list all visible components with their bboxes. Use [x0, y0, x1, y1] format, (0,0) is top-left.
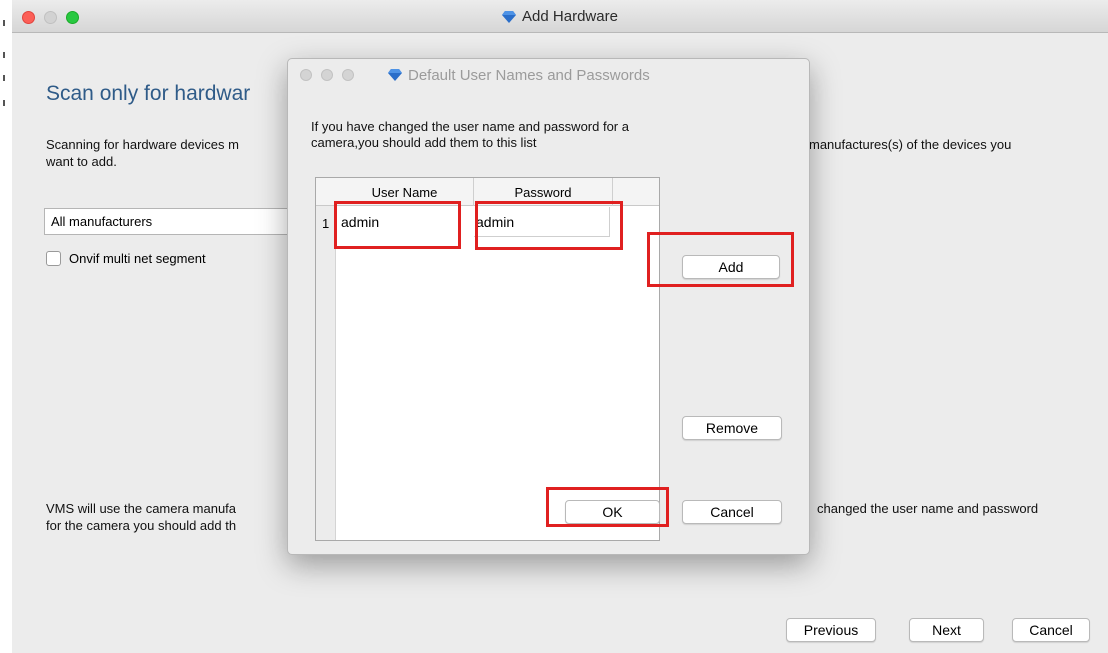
previous-button[interactable]: Previous — [786, 618, 876, 642]
onvif-checkbox-label: Onvif multi net segment — [69, 251, 206, 266]
cancel-button[interactable]: Cancel — [1012, 618, 1090, 642]
scan-description-right: manufactures(s) of the devices you — [809, 137, 1012, 152]
add-highlight-box — [647, 232, 794, 287]
ok-highlight-box — [546, 487, 669, 527]
dialog-zoom-button[interactable] — [342, 69, 354, 81]
dialog-minimize-button[interactable] — [321, 69, 333, 81]
dialog-cancel-button[interactable]: Cancel — [682, 500, 782, 524]
onvif-checkbox-row[interactable]: Onvif multi net segment — [46, 251, 206, 266]
edge-tick — [3, 52, 5, 58]
dialog-titlebar: Default User Names and Passwords — [288, 59, 809, 91]
username-highlight-box — [334, 201, 461, 249]
vms-description-right: changed the user name and password — [817, 501, 1039, 516]
password-highlight-box — [475, 201, 623, 250]
dialog-description: If you have changed the user name and pa… — [311, 119, 629, 151]
left-window-edge — [0, 0, 12, 653]
onvif-checkbox[interactable] — [46, 251, 61, 266]
next-button[interactable]: Next — [909, 618, 984, 642]
window-title: Add Hardware — [522, 8, 618, 25]
scan-description-left: Scanning for hardware devices m want to … — [46, 136, 239, 170]
edge-tick — [3, 75, 5, 81]
page-heading: Scan only for hardwar — [46, 82, 251, 105]
remove-button[interactable]: Remove — [682, 416, 782, 440]
scan-description-line1: Scanning for hardware devices m — [46, 137, 239, 152]
dialog-title-area: Default User Names and Passwords — [388, 59, 650, 91]
edge-tick — [3, 20, 5, 26]
edge-tick — [3, 100, 5, 106]
scan-description-line2: want to add. — [46, 154, 117, 169]
dialog-title: Default User Names and Passwords — [408, 66, 650, 84]
row-gutter — [316, 206, 336, 540]
manufacturer-select[interactable]: All manufacturers — [44, 208, 324, 235]
vms-description-left: VMS will use the camera manufa for the c… — [46, 500, 236, 534]
dialog-close-button[interactable] — [300, 69, 312, 81]
dialog-description-line1: If you have changed the user name and pa… — [311, 119, 629, 134]
vms-description-line1: VMS will use the camera manufa — [46, 501, 237, 516]
blue-diamond-icon — [502, 10, 517, 23]
row-number: 1 — [322, 216, 330, 231]
dialog-description-line2: camera,you should add them to this list — [311, 135, 537, 150]
default-credentials-dialog: Default User Names and Passwords If you … — [287, 58, 810, 555]
blue-diamond-icon — [388, 69, 402, 81]
window-title-area: Add Hardware — [12, 0, 1108, 33]
window-titlebar: Add Hardware — [12, 0, 1108, 33]
vms-description-line2: for the camera you should add th — [46, 518, 237, 533]
